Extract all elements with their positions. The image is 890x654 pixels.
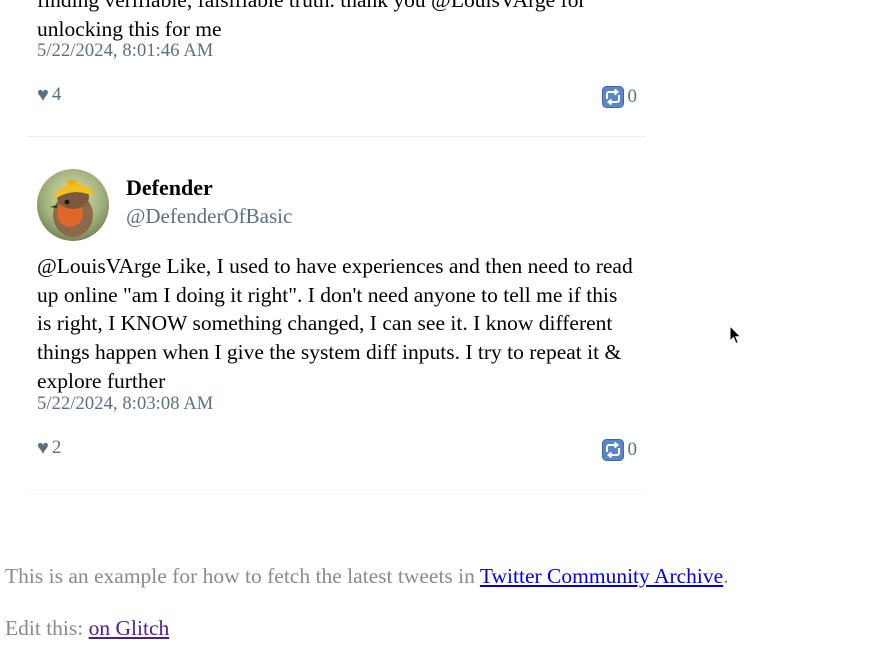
tweet-text: finding verifiable, falsifiable truth. t… — [37, 0, 586, 41]
avatar[interactable] — [37, 169, 109, 241]
like-count[interactable]: ♥ 4 — [37, 84, 61, 106]
retweet-count[interactable]: 0 — [601, 86, 638, 108]
avatar-image — [37, 169, 109, 241]
mouse-pointer-icon — [729, 325, 742, 345]
retweet-count[interactable]: 0 — [601, 439, 638, 461]
retweet-count-value: 0 — [627, 86, 638, 107]
tweet-timestamp: 5/22/2024, 8:01:46 AM — [37, 41, 214, 61]
tweet-card: Defender @DefenderOfBasic @LouisVArge Li… — [27, 137, 646, 491]
footer-edit-text: Edit this: — [5, 616, 89, 640]
user-handle[interactable]: @DefenderOfBasic — [126, 204, 292, 229]
footer-description: This is an example for how to fetch the … — [5, 564, 729, 589]
tweet-text: @LouisVArge Like, I used to have experie… — [37, 254, 633, 393]
retweet-icon — [601, 439, 624, 461]
like-count-value: 2 — [51, 437, 62, 458]
like-count[interactable]: ♥ 2 — [37, 437, 61, 459]
glitch-link[interactable]: on Glitch — [89, 616, 170, 640]
footer-edit: Edit this: on Glitch — [5, 616, 169, 641]
heart-icon: ♥ — [37, 437, 49, 459]
tweet-card: finding verifiable, falsifiable truth. t… — [27, 0, 646, 137]
footer-description-suffix: . — [723, 564, 729, 588]
footer-description-text: This is an example for how to fetch the … — [5, 564, 480, 588]
display-name[interactable]: Defender — [126, 175, 213, 201]
like-count-value: 4 — [51, 84, 62, 105]
heart-icon: ♥ — [37, 84, 49, 106]
retweet-count-value: 0 — [627, 439, 638, 460]
tweet-timestamp: 5/22/2024, 8:03:08 AM — [37, 394, 214, 414]
twitter-community-archive-link[interactable]: Twitter Community Archive — [480, 564, 723, 588]
tweet-feed-page: finding verifiable, falsifiable truth. t… — [0, 0, 890, 654]
retweet-icon — [601, 86, 624, 108]
